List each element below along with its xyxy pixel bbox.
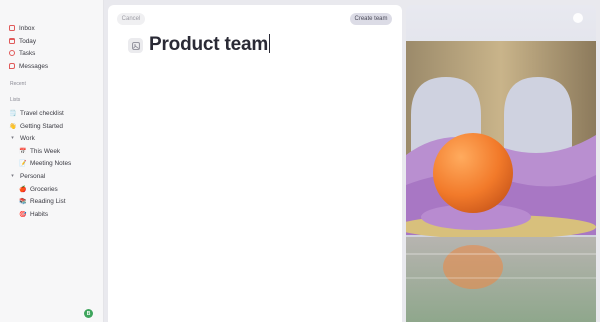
waving-hand-icon: 👋	[9, 123, 17, 130]
sidebar-item-reading-list[interactable]: 📚 Reading List	[19, 196, 66, 206]
memo-icon: 📝	[19, 160, 27, 167]
team-icon-picker[interactable]	[128, 38, 143, 53]
sidebar-item-meeting-notes[interactable]: 📝 Meeting Notes	[19, 158, 71, 168]
decorative-artwork	[406, 5, 596, 322]
books-icon: 📚	[19, 198, 27, 205]
artwork-image	[406, 5, 596, 322]
sidebar-item-label: This Week	[30, 147, 61, 155]
inbox-icon	[9, 25, 15, 31]
chevron-down-icon[interactable]: ▾	[9, 135, 16, 141]
cancel-button[interactable]: Cancel	[117, 13, 145, 25]
section-label-recent: Recent	[10, 81, 26, 87]
sidebar-item-label: Today	[19, 37, 37, 45]
sidebar-item-tasks[interactable]: Tasks	[9, 48, 35, 58]
messages-icon	[9, 63, 15, 69]
sidebar-item-habits[interactable]: 🎯 Habits	[19, 209, 48, 219]
create-team-panel: Cancel Create team Product team	[108, 5, 402, 322]
chevron-down-icon[interactable]: ▾	[9, 173, 16, 179]
sidebar: Inbox Today Tasks Messages Recent Lists …	[0, 0, 104, 322]
apple-icon: 🍎	[19, 186, 27, 193]
sidebar-item-messages[interactable]: Messages	[9, 61, 48, 71]
team-name-value: Product team	[149, 34, 269, 55]
sidebar-item-label: Meeting Notes	[30, 159, 72, 167]
image-icon	[131, 41, 140, 50]
section-label-lists: Lists	[10, 97, 21, 103]
notepad-icon: 🗒️	[9, 110, 17, 117]
sidebar-item-label: Travel checklist	[20, 109, 64, 117]
sidebar-item-label: Habits	[30, 210, 49, 218]
avatar[interactable]: B	[84, 309, 93, 318]
sidebar-item-label: Getting Started	[20, 122, 63, 130]
create-team-button[interactable]: Create team	[350, 13, 392, 25]
calendar-icon	[9, 38, 15, 44]
text-caret	[269, 34, 271, 53]
sidebar-group-label: Personal	[20, 172, 46, 180]
sidebar-item-inbox[interactable]: Inbox	[9, 23, 35, 33]
sidebar-group-work[interactable]: ▾ Work	[9, 133, 35, 143]
tasks-icon	[9, 50, 15, 56]
calendar-emoji-icon: 📅	[19, 148, 27, 155]
sidebar-item-this-week[interactable]: 📅 This Week	[19, 146, 60, 156]
sidebar-item-groceries[interactable]: 🍎 Groceries	[19, 184, 58, 194]
sidebar-item-label: Tasks	[19, 49, 36, 57]
sidebar-item-label: Reading List	[30, 197, 66, 205]
sidebar-item-travel-checklist[interactable]: 🗒️ Travel checklist	[9, 108, 64, 118]
sidebar-group-personal[interactable]: ▾ Personal	[9, 171, 45, 181]
sidebar-item-label: Inbox	[19, 24, 35, 32]
target-icon: 🎯	[19, 211, 27, 218]
team-name-input[interactable]: Product team	[149, 34, 271, 56]
sidebar-group-label: Work	[20, 134, 35, 142]
sidebar-item-getting-started[interactable]: 👋 Getting Started	[9, 121, 63, 131]
sidebar-item-label: Groceries	[30, 185, 58, 193]
sidebar-item-today[interactable]: Today	[9, 36, 36, 46]
sidebar-item-label: Messages	[19, 62, 49, 70]
